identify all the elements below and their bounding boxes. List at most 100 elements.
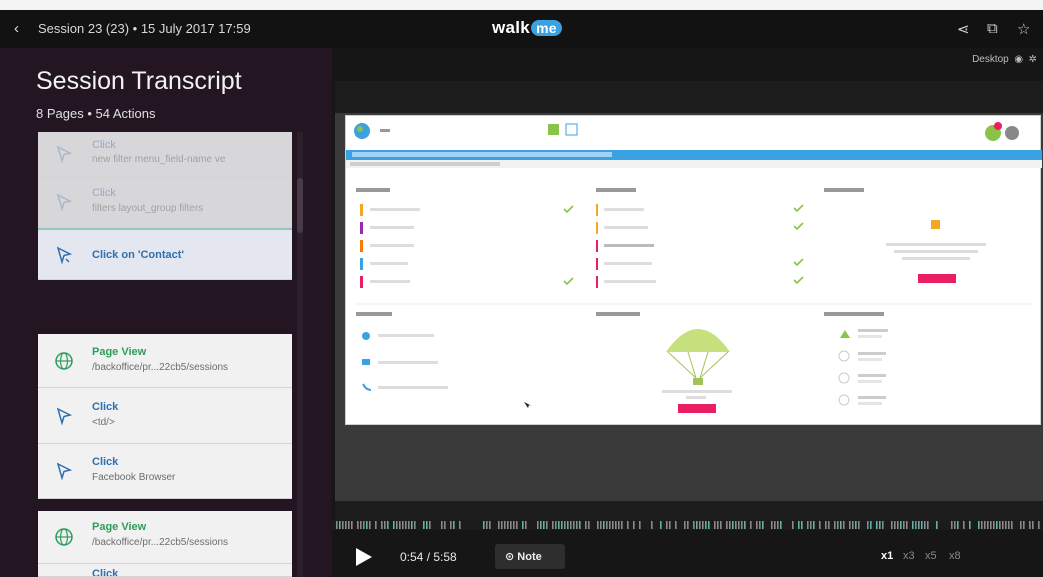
timeline-event-tick — [585, 521, 587, 529]
timeline-event-tick — [588, 521, 590, 529]
timeline-event-tick — [552, 521, 554, 529]
timeline-event-tick — [567, 521, 569, 529]
timeline-event-tick — [798, 521, 800, 529]
back-icon[interactable]: ‹ — [14, 20, 19, 37]
timeline-event-tick — [906, 521, 908, 529]
timeline-event-tick — [618, 521, 620, 529]
timeline-event-tick — [876, 521, 878, 529]
timeline-event-tick — [1023, 521, 1025, 529]
timeline-event-tick — [609, 521, 611, 529]
timeline-event-tick — [537, 521, 539, 529]
timeline-event-tick — [855, 521, 857, 529]
transcript-item[interactable]: Click <td/> — [38, 388, 292, 444]
timeline-event-tick — [993, 521, 995, 529]
scrollbar-thumb[interactable] — [297, 178, 303, 233]
timeline-event-tick — [1011, 521, 1013, 529]
transcript-item[interactable]: Click — [38, 564, 292, 577]
star-icon[interactable]: ☆ — [1017, 20, 1030, 38]
play-icon[interactable] — [356, 548, 372, 566]
timeline-event-tick — [732, 521, 734, 529]
speed-x5[interactable]: x5 — [925, 550, 937, 562]
timeline-event-tick — [369, 521, 371, 529]
note-button[interactable]: ⊙ Note — [495, 544, 565, 569]
timeline-event-tick — [996, 521, 998, 529]
timeline-event-tick — [507, 521, 509, 529]
transcript-item[interactable]: Page View /backoffice/pr...22cb5/session… — [38, 334, 292, 388]
cursor-icon — [56, 462, 73, 481]
timeline-event-tick — [510, 521, 512, 529]
timeline-event-tick — [603, 521, 605, 529]
timeline-event-tick — [801, 521, 803, 529]
session-player: Desktop ◉ ✲ 0:54 / 5:58 ⊙ Note x1 x3 x5 … — [332, 48, 1043, 577]
monitor-icon[interactable]: ◉ — [1014, 54, 1023, 65]
device-label[interactable]: Desktop — [972, 54, 1009, 65]
timeline-event-tick — [525, 521, 527, 529]
timeline-event-tick — [423, 521, 425, 529]
timeline-event-tick — [402, 521, 404, 529]
speed-x3[interactable]: x3 — [903, 550, 915, 562]
transcript-item[interactable]: Click Facebook Browser — [38, 444, 292, 499]
transcript-item[interactable]: Page View /backoffice/pr...22cb5/session… — [38, 511, 292, 564]
copy-icon[interactable]: ⧉ — [987, 20, 998, 37]
timeline-event-tick — [513, 521, 515, 529]
speed-x1[interactable]: x1 — [881, 550, 893, 562]
timeline-event-tick — [810, 521, 812, 529]
timeline-event-tick — [762, 521, 764, 529]
item-title: Click — [92, 139, 116, 151]
timeline-event-tick — [696, 521, 698, 529]
timeline-event-tick — [576, 521, 578, 529]
timeline-event-tick — [807, 521, 809, 529]
timeline-event-tick — [558, 521, 560, 529]
timeline-event-tick — [720, 521, 722, 529]
timeline-event-tick — [1008, 521, 1010, 529]
item-detail: new filter menu_field-name ve — [92, 154, 226, 165]
timeline-event-tick — [1020, 521, 1022, 529]
settings-icon[interactable]: ✲ — [1029, 54, 1037, 65]
item-title: Page View — [92, 521, 147, 533]
timeline-event-tick — [348, 521, 350, 529]
timeline-event-tick — [912, 521, 914, 529]
timeline-event-tick — [393, 521, 395, 529]
timeline-event-tick — [852, 521, 854, 529]
timeline-event-tick — [780, 521, 782, 529]
transcript-item[interactable]: Click new filter menu_field-name ve — [38, 132, 292, 177]
timeline-event-tick — [774, 521, 776, 529]
timeline-event-tick — [714, 521, 716, 529]
timeline-event-tick — [357, 521, 359, 529]
speed-x8[interactable]: x8 — [949, 550, 961, 562]
timeline-event-tick — [414, 521, 416, 529]
timeline-event-tick — [981, 521, 983, 529]
timeline-event-tick — [918, 521, 920, 529]
timeline-event-tick — [597, 521, 599, 529]
item-title: Click — [92, 456, 119, 468]
timeline-event-tick — [771, 521, 773, 529]
walkme-logo: walk me — [492, 18, 562, 38]
timeline-event-tick — [627, 521, 629, 529]
timeline-event-tick — [954, 521, 956, 529]
cursor-icon — [56, 407, 73, 426]
timeline-event-tick — [705, 521, 707, 529]
timeline-event-tick — [759, 521, 761, 529]
timeline-event-tick — [570, 521, 572, 529]
share-icon[interactable]: ⋖ — [957, 20, 970, 38]
timeline-event-tick — [1002, 521, 1004, 529]
transcript-item[interactable]: Click filters layout_group filters — [38, 177, 292, 228]
timeline-event-tick — [843, 521, 845, 529]
timeline-event-tick — [453, 521, 455, 529]
session-timeline[interactable] — [332, 520, 1043, 530]
timeline-event-tick — [441, 521, 443, 529]
timeline-event-tick — [834, 521, 836, 529]
sidebar-meta: 8 Pages • 54 Actions — [36, 106, 156, 121]
timeline-event-tick — [543, 521, 545, 529]
timeline-event-tick — [684, 521, 686, 529]
timeline-event-tick — [339, 521, 341, 529]
timeline-event-tick — [924, 521, 926, 529]
timeline-event-tick — [744, 521, 746, 529]
transcript-item-active[interactable]: Click on 'Contact' — [38, 228, 292, 280]
timeline-event-tick — [660, 521, 662, 529]
note-icon: ⊙ — [505, 551, 515, 563]
cursor-icon — [56, 246, 73, 265]
timeline-event-tick — [459, 521, 461, 529]
timeline-event-tick — [858, 521, 860, 529]
timeline-event-tick — [792, 521, 794, 529]
